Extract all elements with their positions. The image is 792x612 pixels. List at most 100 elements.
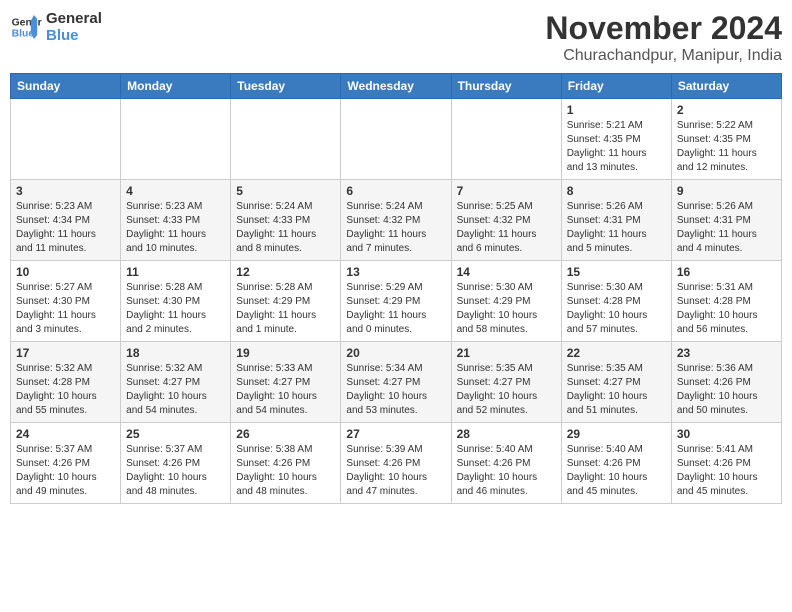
week-row-2: 3Sunrise: 5:23 AM Sunset: 4:34 PM Daylig… [11, 180, 782, 261]
calendar-cell: 26 Sunrise: 5:38 AM Sunset: 4:26 PM Dayli… [231, 423, 341, 504]
day-info: Sunrise: 5:36 AM Sunset: 4:26 PM Dayligh… [677, 362, 776, 418]
day-number: 18 [126, 346, 225, 360]
logo: General Blue General Blue [10, 10, 102, 44]
day-number: 15 [567, 265, 666, 279]
day-info: Sunrise: 5:26 AM Sunset: 4:31 PM Dayligh… [677, 200, 776, 256]
calendar-cell: 6 Sunrise: 5:24 AM Sunset: 4:32 PM Daylig… [341, 180, 451, 261]
week-row-3: 10Sunrise: 5:27 AM Sunset: 4:30 PM Dayli… [11, 261, 782, 342]
day-number: 2 [677, 103, 776, 117]
calendar-cell: 24 Sunrise: 5:37 AM Sunset: 4:26 PM Dayli… [11, 423, 121, 504]
day-number: 24 [16, 427, 115, 441]
weekday-header-tuesday: Tuesday [231, 74, 341, 99]
day-info: Sunrise: 5:30 AM Sunset: 4:29 PM Dayligh… [457, 281, 556, 337]
calendar-cell: 17 Sunrise: 5:32 AM Sunset: 4:28 PM Dayli… [11, 342, 121, 423]
calendar-cell: 8 Sunrise: 5:26 AM Sunset: 4:31 PM Daylig… [561, 180, 671, 261]
logo-line1: General [46, 10, 102, 27]
day-info: Sunrise: 5:37 AM Sunset: 4:26 PM Dayligh… [126, 443, 225, 499]
calendar-cell [451, 99, 561, 180]
day-number: 13 [346, 265, 445, 279]
day-info: Sunrise: 5:37 AM Sunset: 4:26 PM Dayligh… [16, 443, 115, 499]
day-number: 20 [346, 346, 445, 360]
week-row-5: 24 Sunrise: 5:37 AM Sunset: 4:26 PM Dayli… [11, 423, 782, 504]
day-info: Sunrise: 5:29 AM Sunset: 4:29 PM Dayligh… [346, 281, 445, 337]
day-number: 22 [567, 346, 666, 360]
calendar-cell: 30 Sunrise: 5:41 AM Sunset: 4:26 PM Dayli… [671, 423, 781, 504]
day-info: Sunrise: 5:38 AM Sunset: 4:26 PM Dayligh… [236, 443, 335, 499]
day-number: 12 [236, 265, 335, 279]
day-info: Sunrise: 5:41 AM Sunset: 4:26 PM Dayligh… [677, 443, 776, 499]
calendar-cell: 10Sunrise: 5:27 AM Sunset: 4:30 PM Dayli… [11, 261, 121, 342]
calendar-cell [341, 99, 451, 180]
weekday-header-monday: Monday [121, 74, 231, 99]
day-number: 8 [567, 184, 666, 198]
day-info: Sunrise: 5:24 AM Sunset: 4:32 PM Dayligh… [346, 200, 445, 256]
calendar-cell: 22 Sunrise: 5:35 AM Sunset: 4:27 PM Dayli… [561, 342, 671, 423]
calendar-cell: 11Sunrise: 5:28 AM Sunset: 4:30 PM Dayli… [121, 261, 231, 342]
day-number: 23 [677, 346, 776, 360]
calendar-cell: 16 Sunrise: 5:31 AM Sunset: 4:28 PM Dayli… [671, 261, 781, 342]
day-info: Sunrise: 5:39 AM Sunset: 4:26 PM Dayligh… [346, 443, 445, 499]
weekday-header-row: SundayMondayTuesdayWednesdayThursdayFrid… [11, 74, 782, 99]
day-number: 9 [677, 184, 776, 198]
calendar-table: SundayMondayTuesdayWednesdayThursdayFrid… [10, 73, 782, 504]
day-number: 5 [236, 184, 335, 198]
week-row-4: 17 Sunrise: 5:32 AM Sunset: 4:28 PM Dayli… [11, 342, 782, 423]
weekday-header-sunday: Sunday [11, 74, 121, 99]
day-info: Sunrise: 5:35 AM Sunset: 4:27 PM Dayligh… [567, 362, 666, 418]
calendar-cell: 29 Sunrise: 5:40 AM Sunset: 4:26 PM Dayli… [561, 423, 671, 504]
weekday-header-wednesday: Wednesday [341, 74, 451, 99]
calendar-cell: 13 Sunrise: 5:29 AM Sunset: 4:29 PM Dayli… [341, 261, 451, 342]
calendar-cell: 19Sunrise: 5:33 AM Sunset: 4:27 PM Dayli… [231, 342, 341, 423]
day-info: Sunrise: 5:21 AM Sunset: 4:35 PM Dayligh… [567, 119, 666, 175]
day-number: 26 [236, 427, 335, 441]
day-number: 16 [677, 265, 776, 279]
day-info: Sunrise: 5:32 AM Sunset: 4:28 PM Dayligh… [16, 362, 115, 418]
day-number: 17 [16, 346, 115, 360]
calendar-cell: 20 Sunrise: 5:34 AM Sunset: 4:27 PM Dayli… [341, 342, 451, 423]
day-number: 1 [567, 103, 666, 117]
day-number: 27 [346, 427, 445, 441]
day-number: 11 [126, 265, 225, 279]
day-info: Sunrise: 5:32 AM Sunset: 4:27 PM Dayligh… [126, 362, 225, 418]
day-number: 6 [346, 184, 445, 198]
day-number: 21 [457, 346, 556, 360]
calendar-cell: 12Sunrise: 5:28 AM Sunset: 4:29 PM Dayli… [231, 261, 341, 342]
week-row-1: 1 Sunrise: 5:21 AM Sunset: 4:35 PM Daylig… [11, 99, 782, 180]
day-number: 4 [126, 184, 225, 198]
day-info: Sunrise: 5:30 AM Sunset: 4:28 PM Dayligh… [567, 281, 666, 337]
calendar-cell: 25 Sunrise: 5:37 AM Sunset: 4:26 PM Dayli… [121, 423, 231, 504]
location-title: Churachandpur, Manipur, India [545, 47, 782, 65]
page-header: General Blue General Blue November 2024 … [10, 10, 782, 65]
calendar-cell: 3Sunrise: 5:23 AM Sunset: 4:34 PM Daylig… [11, 180, 121, 261]
day-info: Sunrise: 5:23 AM Sunset: 4:33 PM Dayligh… [126, 200, 225, 256]
calendar-cell: 18 Sunrise: 5:32 AM Sunset: 4:27 PM Dayli… [121, 342, 231, 423]
calendar-cell: 15 Sunrise: 5:30 AM Sunset: 4:28 PM Dayli… [561, 261, 671, 342]
svg-text:General: General [12, 17, 42, 28]
day-info: Sunrise: 5:31 AM Sunset: 4:28 PM Dayligh… [677, 281, 776, 337]
day-number: 28 [457, 427, 556, 441]
calendar-cell: 7Sunrise: 5:25 AM Sunset: 4:32 PM Daylig… [451, 180, 561, 261]
calendar-cell [11, 99, 121, 180]
logo-line2: Blue [46, 27, 102, 44]
day-number: 30 [677, 427, 776, 441]
day-info: Sunrise: 5:40 AM Sunset: 4:26 PM Dayligh… [457, 443, 556, 499]
calendar-cell [231, 99, 341, 180]
calendar-cell: 2Sunrise: 5:22 AM Sunset: 4:35 PM Daylig… [671, 99, 781, 180]
calendar-cell: 4 Sunrise: 5:23 AM Sunset: 4:33 PM Daylig… [121, 180, 231, 261]
day-info: Sunrise: 5:33 AM Sunset: 4:27 PM Dayligh… [236, 362, 335, 418]
day-info: Sunrise: 5:40 AM Sunset: 4:26 PM Dayligh… [567, 443, 666, 499]
calendar-cell: 5 Sunrise: 5:24 AM Sunset: 4:33 PM Daylig… [231, 180, 341, 261]
calendar-cell: 14Sunrise: 5:30 AM Sunset: 4:29 PM Dayli… [451, 261, 561, 342]
calendar-cell: 23 Sunrise: 5:36 AM Sunset: 4:26 PM Dayli… [671, 342, 781, 423]
day-info: Sunrise: 5:26 AM Sunset: 4:31 PM Dayligh… [567, 200, 666, 256]
weekday-header-thursday: Thursday [451, 74, 561, 99]
day-info: Sunrise: 5:34 AM Sunset: 4:27 PM Dayligh… [346, 362, 445, 418]
day-number: 25 [126, 427, 225, 441]
day-number: 29 [567, 427, 666, 441]
day-number: 10 [16, 265, 115, 279]
title-section: November 2024 Churachandpur, Manipur, In… [545, 10, 782, 65]
weekday-header-saturday: Saturday [671, 74, 781, 99]
day-info: Sunrise: 5:24 AM Sunset: 4:33 PM Dayligh… [236, 200, 335, 256]
calendar-cell: 21Sunrise: 5:35 AM Sunset: 4:27 PM Dayli… [451, 342, 561, 423]
day-number: 3 [16, 184, 115, 198]
